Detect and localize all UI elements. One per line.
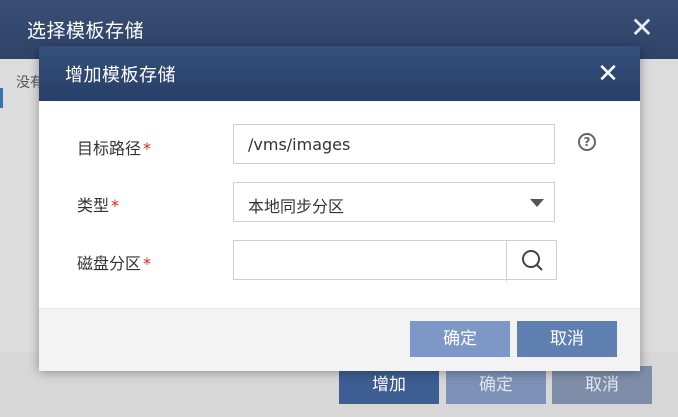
close-icon[interactable]: ✕ (628, 14, 656, 42)
target-path-value: /vms/images (248, 135, 351, 154)
disk-partition-input[interactable] (233, 240, 558, 281)
outer-dialog-title: 选择模板存储 (27, 20, 145, 42)
modal-title: 增加模板存储 (65, 65, 176, 86)
outer-cancel-button[interactable]: 取消 (552, 366, 652, 404)
help-icon[interactable]: ? (578, 133, 596, 151)
target-path-input[interactable]: /vms/images (233, 124, 555, 164)
required-marker: * (143, 254, 152, 273)
outer-add-button[interactable]: 增加 (339, 366, 439, 404)
outer-side-marker (0, 88, 9, 108)
search-icon (522, 250, 543, 271)
disk-partition-label: 磁盘分区 * (77, 254, 152, 273)
type-select[interactable]: 本地同步分区 (233, 182, 555, 222)
ok-button[interactable]: 确定 (410, 321, 510, 357)
search-button[interactable] (506, 241, 558, 281)
modal-header: 增加模板存储 ✕ (39, 46, 640, 101)
type-label: 类型 * (77, 196, 120, 215)
outer-ok-button[interactable]: 确定 (446, 366, 546, 404)
cancel-button[interactable]: 取消 (517, 321, 617, 357)
add-template-storage-modal: 增加模板存储 ✕ 目标路径 * /vms/images ? 类型 * 本地同步分区 … (39, 46, 640, 371)
required-marker: * (111, 196, 120, 215)
type-value: 本地同步分区 (248, 197, 345, 216)
close-icon[interactable]: ✕ (595, 61, 621, 87)
chevron-down-icon (530, 199, 544, 207)
target-path-label: 目标路径 * (77, 139, 152, 158)
required-marker: * (143, 139, 152, 158)
